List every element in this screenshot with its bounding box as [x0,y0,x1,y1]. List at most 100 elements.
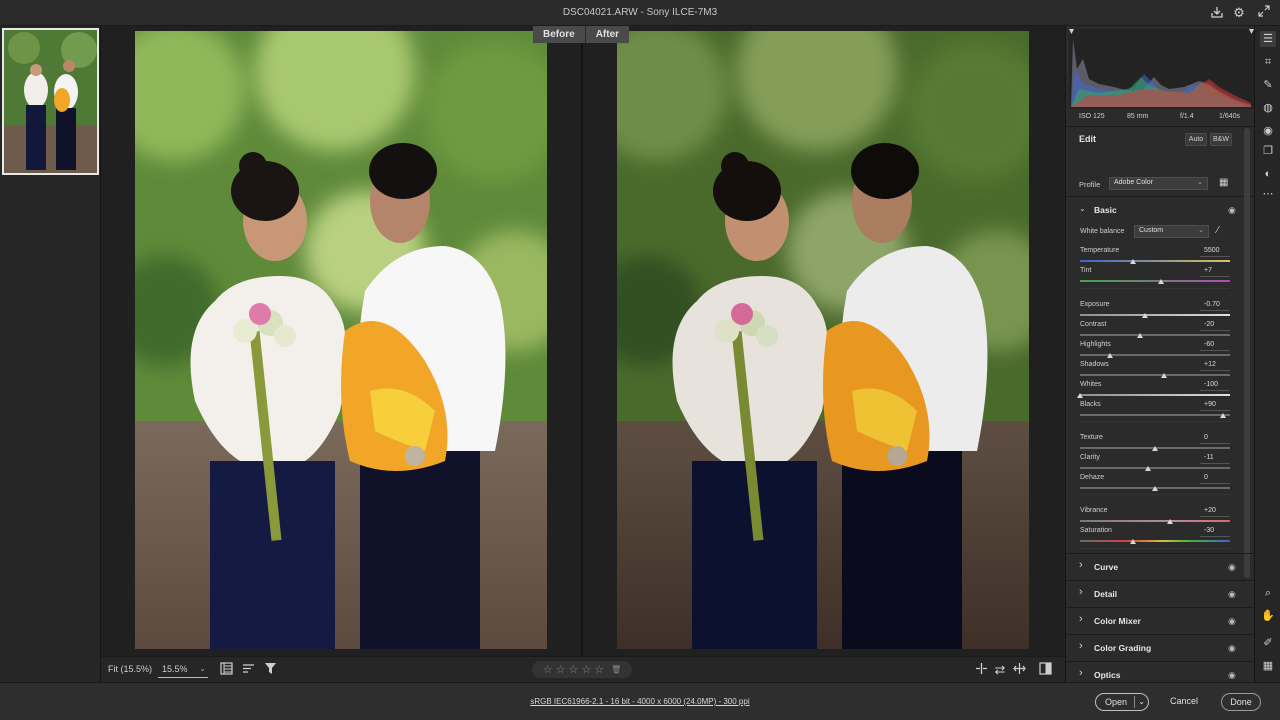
sort-icon[interactable] [240,662,256,678]
healing-icon[interactable]: ✎ [1260,77,1276,93]
done-button[interactable]: Done [1221,693,1261,711]
dehaze-value-field[interactable]: 0 [1200,474,1230,484]
contrast-slider-handle[interactable] [1137,333,1143,338]
contrast-value-field[interactable]: -20 [1200,321,1230,331]
highlights-slider-handle[interactable] [1107,353,1113,358]
section-color-grading[interactable]: › Color Grading ◉ [1066,635,1242,661]
zoom-select[interactable]: 15.5% ⌄ [158,662,208,678]
shadows-slider-track[interactable] [1080,374,1230,376]
star-2[interactable]: ☆ [556,663,566,676]
chevron-down-icon[interactable]: ⌄ [1138,694,1145,710]
more-icon[interactable]: ⋯ [1260,186,1276,202]
masking-icon[interactable]: ◍ [1260,100,1276,116]
blacks-slider-track[interactable] [1080,414,1230,416]
after-image [617,31,1029,649]
open-button[interactable]: Open ⌄ [1095,693,1149,711]
edit-sliders-icon[interactable]: ☰ [1260,31,1276,47]
exposure-slider-handle[interactable] [1141,313,1148,318]
whites-slider-track[interactable] [1080,394,1230,396]
eye-icon[interactable]: ◉ [1228,670,1236,681]
trash-icon[interactable]: 🗑 [611,665,621,674]
dehaze-slider-handle[interactable] [1152,486,1158,491]
vibrance-slider-track[interactable] [1080,520,1230,522]
before-after-swap-icon[interactable] [973,662,989,678]
profile-browser-icon[interactable]: ▦ [1219,177,1228,188]
tint-slider-handle[interactable] [1158,279,1164,284]
section-color-mixer[interactable]: › Color Mixer ◉ [1066,608,1242,634]
cancel-button[interactable]: Cancel [1162,693,1206,711]
zoom-icon[interactable]: ⌕ [1260,585,1276,601]
star-4[interactable]: ☆ [581,663,591,676]
zoom-fit-label[interactable]: Fit (15.5%) [108,664,152,674]
crop-icon[interactable]: ⌗ [1260,54,1276,70]
presets-icon[interactable]: ◐ [1260,166,1276,182]
shadows-value-field[interactable]: +12 [1200,361,1230,371]
highlights-value-field[interactable]: -60 [1200,341,1230,351]
tint-value-field[interactable]: +7 [1200,267,1230,277]
compare-view-icon[interactable] [1037,662,1053,678]
eyedropper-icon[interactable]: ⁄ [1217,225,1219,236]
before-tab[interactable]: Before [533,26,585,43]
red-eye-icon[interactable]: ◉ [1260,123,1276,139]
star-3[interactable]: ☆ [568,663,578,676]
saturation-slider-handle[interactable] [1129,539,1136,544]
texture-slider-handle[interactable] [1152,446,1158,451]
clarity-slider-handle[interactable] [1144,466,1151,471]
saturation-value-field[interactable]: -30 [1200,527,1230,537]
profile-select[interactable]: Adobe Color ⌄ [1109,177,1208,190]
shadows-slider-handle[interactable] [1161,373,1167,378]
panel-scrollbar[interactable] [1244,128,1250,578]
exposure-label: Exposure [1080,301,1110,308]
saturation-slider-track[interactable] [1080,540,1230,542]
section-curve[interactable]: › Curve ◉ [1066,554,1242,580]
temperature-slider-track[interactable] [1080,260,1230,262]
filter-icon[interactable] [262,662,278,678]
star-rating[interactable]: ☆ ☆ ☆ ☆ ☆ 🗑 [532,661,632,678]
grid-icon[interactable]: ▦ [1260,658,1276,674]
whites-slider-handle[interactable] [1077,393,1083,398]
exposure-value-field[interactable]: -0.70 [1200,301,1230,311]
color-sampler-icon[interactable]: ✐ [1260,635,1276,651]
hand-icon[interactable]: ✋ [1260,608,1276,624]
eye-icon[interactable]: ◉ [1228,616,1236,627]
section-basic[interactable]: ⌄ Basic ◉ [1066,197,1242,223]
swap-settings-icon[interactable]: ⇄ [992,662,1008,678]
save-icon[interactable] [1209,5,1225,21]
clarity-slider-track[interactable] [1080,467,1230,469]
workflow-options-link[interactable]: sRGB IEC61966-2.1 - 16 bit - 4000 x 6000… [0,697,1280,706]
bw-button[interactable]: B&W [1210,133,1232,146]
contrast-label: Contrast [1080,321,1107,328]
vibrance-slider-handle[interactable] [1167,519,1173,524]
clarity-value-field[interactable]: -11 [1200,454,1230,464]
exif-iso: ISO 125 [1079,113,1105,120]
highlights-slider-track[interactable] [1080,354,1230,356]
eye-icon[interactable]: ◉ [1228,589,1236,600]
section-detail[interactable]: › Detail ◉ [1066,581,1242,607]
star-5[interactable]: ☆ [594,663,604,676]
copy-settings-icon[interactable] [1011,662,1027,678]
exif-focal-length: 85 mm [1127,113,1149,120]
vibrance-value-field[interactable]: +20 [1200,507,1230,517]
white-balance-select[interactable]: Custom ⌄ [1134,225,1209,238]
dehaze-label: Dehaze [1080,474,1105,481]
temperature-value-field[interactable]: 5500 [1200,247,1230,257]
star-1[interactable]: ☆ [543,663,553,676]
filmstrip-toggle-icon[interactable] [218,662,234,678]
fullscreen-icon[interactable] [1256,5,1272,21]
gear-icon[interactable]: ⚙ [1231,5,1247,21]
auto-button[interactable]: Auto [1185,133,1207,146]
blacks-slider-handle[interactable] [1219,413,1226,418]
snapshots-icon[interactable]: ❐ [1260,143,1276,159]
after-tab[interactable]: After [584,26,630,43]
eye-icon[interactable]: ◉ [1228,205,1236,216]
tint-slider-track[interactable] [1080,280,1230,282]
contrast-slider-track[interactable] [1080,334,1230,336]
exposure-slider-track[interactable] [1080,314,1230,316]
filmstrip-thumbnail[interactable] [2,28,99,175]
whites-value-field[interactable]: -100 [1200,381,1230,391]
blacks-value-field[interactable]: +90 [1200,401,1230,411]
texture-value-field[interactable]: 0 [1200,434,1230,444]
eye-icon[interactable]: ◉ [1228,562,1236,573]
eye-icon[interactable]: ◉ [1228,643,1236,654]
temperature-slider-handle[interactable] [1129,259,1136,264]
